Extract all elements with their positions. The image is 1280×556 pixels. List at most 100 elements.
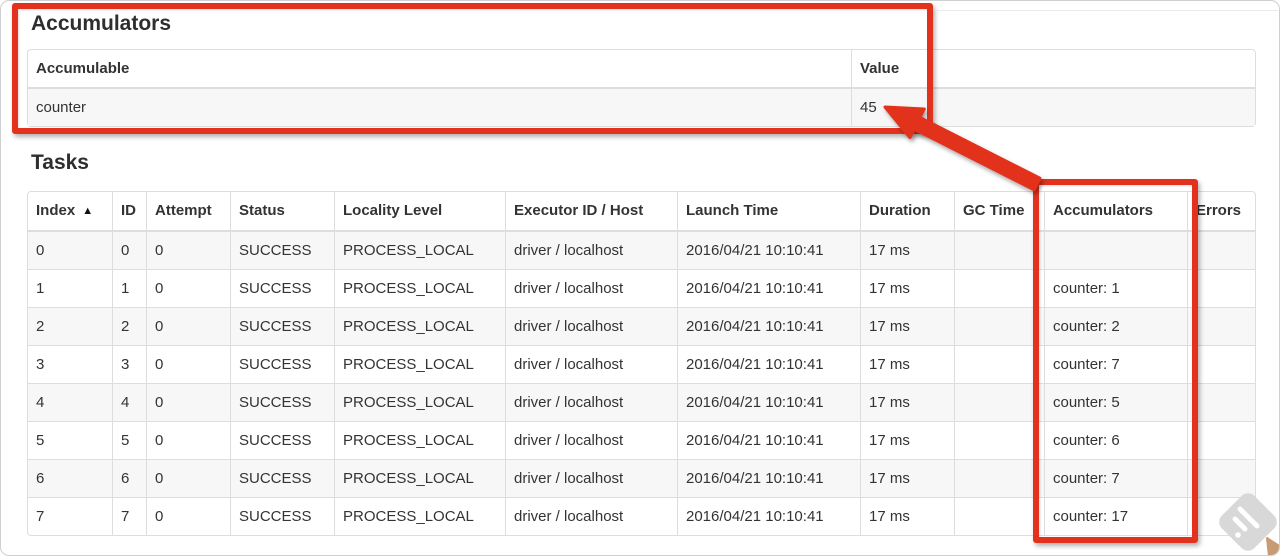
table-cell: PROCESS_LOCAL	[334, 232, 505, 269]
column-header-label: GC Time	[963, 202, 1025, 219]
table-cell: counter: 17	[1044, 497, 1187, 535]
table-cell: PROCESS_LOCAL	[334, 345, 505, 383]
table-cell: 0	[146, 383, 230, 421]
table-cell: 4	[112, 383, 146, 421]
table-cell: 17 ms	[860, 421, 954, 459]
column-header-accumulable[interactable]: Accumulable	[28, 50, 851, 89]
table-row: 1 1 0 SUCCESS PROCESS_LOCAL driver / localhos…	[28, 269, 1255, 307]
table-cell: PROCESS_LOCAL	[334, 383, 505, 421]
accumulators-table: Accumulable Value counter 45	[27, 49, 1256, 127]
table-cell	[954, 497, 1044, 535]
table-cell: 17 ms	[860, 459, 954, 497]
table-cell: 17 ms	[860, 497, 954, 535]
table-cell: SUCCESS	[230, 307, 334, 345]
table-cell: 2016/04/21 10:10:41	[677, 459, 860, 497]
table-cell: 0	[146, 345, 230, 383]
table-cell	[954, 232, 1044, 269]
table-cell: counter: 6	[1044, 421, 1187, 459]
table-cell: PROCESS_LOCAL	[334, 307, 505, 345]
table-cell: 0	[146, 232, 230, 269]
table-cell: 2016/04/21 10:10:41	[677, 421, 860, 459]
column-header-status[interactable]: Status	[230, 192, 334, 232]
table-cell: counter: 1	[1044, 269, 1187, 307]
column-header-label: Locality Level	[343, 202, 443, 219]
table-cell: 17 ms	[860, 232, 954, 269]
column-header-executor-id-host[interactable]: Executor ID / Host	[505, 192, 677, 232]
table-cell: driver / localhost	[505, 421, 677, 459]
column-header-label: Accumulators	[1053, 202, 1154, 219]
sort-ascending-icon: ▲	[82, 205, 94, 217]
table-cell	[954, 459, 1044, 497]
column-header-gc-time[interactable]: GC Time	[954, 192, 1044, 232]
table-cell: 1	[28, 269, 112, 307]
table-cell: 0	[146, 421, 230, 459]
column-header-label: Accumulable	[36, 60, 130, 77]
table-cell: 2016/04/21 10:10:41	[677, 497, 860, 535]
table-cell: 17 ms	[860, 307, 954, 345]
table-cell: 6	[112, 459, 146, 497]
table-row: 7 7 0 SUCCESS PROCESS_LOCAL driver / localhos…	[28, 497, 1255, 535]
table-cell: 2016/04/21 10:10:41	[677, 307, 860, 345]
table-cell: 5	[112, 421, 146, 459]
table-cell: SUCCESS	[230, 345, 334, 383]
column-header-launch-time[interactable]: Launch Time	[677, 192, 860, 232]
table-cell: driver / localhost	[505, 269, 677, 307]
table-cell: 0	[36, 242, 45, 259]
column-header-label: Index	[36, 202, 76, 219]
column-header-errors[interactable]: Errors	[1187, 192, 1255, 232]
table-cell: SUCCESS	[230, 459, 334, 497]
table-cell: 45	[851, 89, 1255, 126]
accumulators-header-row: Accumulable Value	[28, 50, 1255, 89]
table-cell: driver / localhost	[505, 307, 677, 345]
table-cell: 2016/04/21 10:10:41	[677, 269, 860, 307]
column-header-accumulators[interactable]: Accumulators	[1044, 192, 1187, 232]
table-cell	[954, 345, 1044, 383]
table-cell: 2016/04/21 10:10:41	[677, 345, 860, 383]
column-header-attempt[interactable]: Attempt	[146, 192, 230, 232]
table-cell: PROCESS_LOCAL	[334, 459, 505, 497]
table-cell: driver / localhost	[505, 345, 677, 383]
table-cell: 3	[28, 345, 112, 383]
table-row: 6 6 0 SUCCESS PROCESS_LOCAL driver / localhos…	[28, 459, 1255, 497]
column-header-duration[interactable]: Duration	[860, 192, 954, 232]
column-header-label: Errors	[1196, 202, 1242, 219]
table-cell: counter: 7	[1044, 345, 1187, 383]
table-cell	[1187, 383, 1255, 421]
table-cell	[1187, 497, 1255, 535]
column-header-id[interactable]: ID	[112, 192, 146, 232]
table-cell: 6	[28, 459, 112, 497]
table-cell: driver / localhost	[505, 232, 677, 269]
table-row: 0 0 0 SUCCESS PROCESS_LOCAL driver / localhos…	[28, 232, 1255, 269]
table-cell: 2016/04/21 10:10:41	[677, 383, 860, 421]
tasks-header-row: Index ▲ ID Attempt Status Locality Level Execu…	[28, 192, 1255, 232]
accumulators-heading: Accumulators	[31, 12, 172, 35]
window-hairline	[937, 10, 1278, 11]
table-cell: SUCCESS	[230, 421, 334, 459]
spark-ui-page: Accumulators Accumulable Value counter 45 …	[0, 0, 1280, 556]
table-cell: 1	[112, 269, 146, 307]
table-row: 3 3 0 SUCCESS PROCESS_LOCAL driver / localhos…	[28, 345, 1255, 383]
corner-arrow-fragment	[1266, 537, 1279, 555]
table-cell	[954, 269, 1044, 307]
table-cell: 0	[112, 232, 146, 269]
table-cell	[1187, 345, 1255, 383]
table-cell: 17 ms	[860, 269, 954, 307]
table-cell: counter: 7	[1044, 459, 1187, 497]
table-cell	[954, 421, 1044, 459]
column-header-label: Executor ID / Host	[514, 202, 644, 219]
tasks-heading: Tasks	[31, 151, 89, 174]
table-cell	[1187, 459, 1255, 497]
table-cell	[954, 383, 1044, 421]
table-cell: 4	[28, 383, 112, 421]
column-header-locality-level[interactable]: Locality Level	[334, 192, 505, 232]
table-cell	[1044, 232, 1187, 269]
table-cell	[954, 307, 1044, 345]
table-cell: 3	[112, 345, 146, 383]
table-row: 5 5 0 SUCCESS PROCESS_LOCAL driver / localhos…	[28, 421, 1255, 459]
table-cell: 0	[146, 459, 230, 497]
table-cell: SUCCESS	[230, 269, 334, 307]
column-header-value[interactable]: Value	[851, 50, 1255, 89]
table-cell: 7	[112, 497, 146, 535]
table-cell: counter: 5	[1044, 383, 1187, 421]
column-header-index[interactable]: Index ▲	[28, 192, 112, 232]
